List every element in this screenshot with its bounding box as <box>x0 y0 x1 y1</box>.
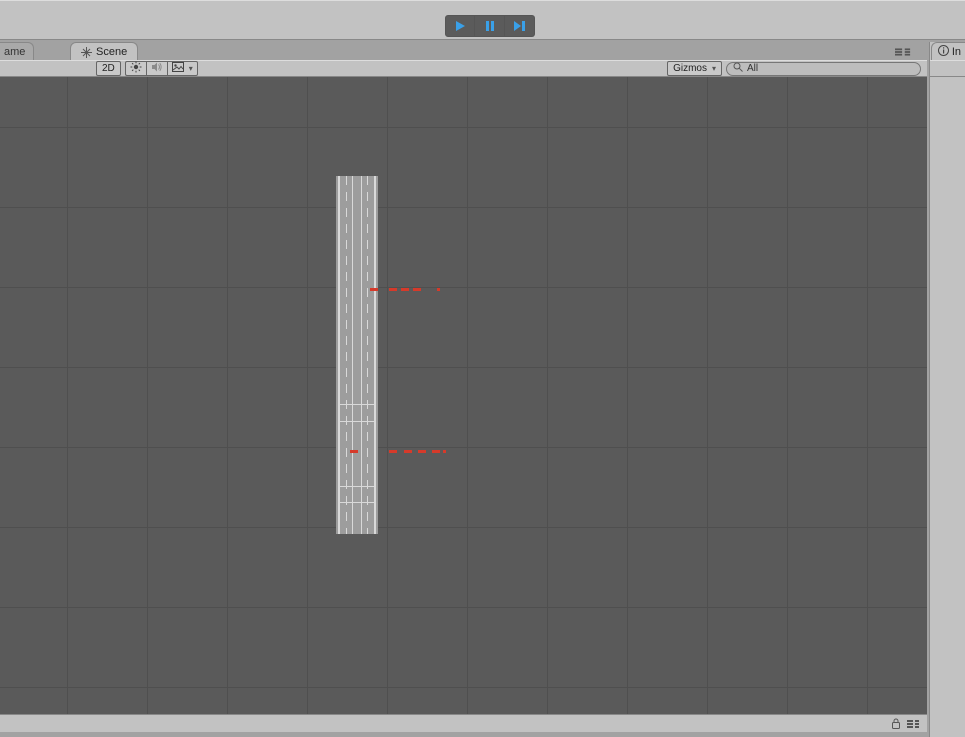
gizmo-marker <box>413 288 421 291</box>
play-control-bar <box>0 0 965 40</box>
speaker-icon <box>151 61 163 76</box>
sun-icon <box>130 61 142 76</box>
scene-icon <box>81 46 92 57</box>
panel-menu-icon[interactable] <box>907 720 919 728</box>
picture-icon <box>172 62 184 75</box>
gizmo-marker <box>432 450 440 453</box>
gizmos-label: Gizmos <box>673 63 707 74</box>
tab-row: Scene <box>0 42 965 60</box>
tab-label: Scene <box>96 43 127 61</box>
toggle-2d[interactable]: 2D <box>96 61 121 76</box>
gizmo-marker <box>418 450 426 453</box>
gizmo-marker <box>370 288 378 291</box>
road-object[interactable] <box>336 176 378 534</box>
lock-icon[interactable] <box>891 718 901 729</box>
search-input[interactable] <box>747 63 914 74</box>
chevron-down-icon: ▾ <box>712 64 716 73</box>
gizmo-marker <box>401 288 409 291</box>
play-controls <box>445 15 535 37</box>
gizmo-marker <box>389 288 397 291</box>
toggle-2d-label: 2D <box>102 63 115 74</box>
panel-options-icon[interactable] <box>895 48 911 56</box>
gizmo-marker <box>404 450 412 453</box>
tab-inspector-partial[interactable]: In <box>931 42 965 60</box>
gizmo-marker <box>350 450 358 453</box>
step-button[interactable] <box>505 15 535 37</box>
gizmo-marker <box>437 288 440 291</box>
scene-toolbar: 2D ▾ Gizmos ▾ <box>0 60 927 77</box>
scene-search[interactable] <box>726 62 921 76</box>
gizmo-marker <box>443 450 446 453</box>
inspector-panel-partial: In <box>929 42 965 737</box>
search-icon <box>733 62 743 75</box>
gizmo-marker <box>389 450 397 453</box>
status-bar <box>0 714 927 732</box>
toggle-audio[interactable] <box>146 61 167 76</box>
scene-viewport[interactable] <box>0 77 927 714</box>
pause-button[interactable] <box>475 15 505 37</box>
scene-grid <box>0 77 927 714</box>
toggle-fx-dropdown[interactable]: ▾ <box>167 61 198 76</box>
chevron-down-icon: ▾ <box>189 64 193 73</box>
play-button[interactable] <box>445 15 475 37</box>
toggle-lighting[interactable] <box>125 61 146 76</box>
gizmos-dropdown[interactable]: Gizmos ▾ <box>667 61 722 76</box>
info-icon <box>938 45 949 59</box>
tab-label: In <box>952 46 961 58</box>
tab-scene[interactable]: Scene <box>70 42 138 60</box>
